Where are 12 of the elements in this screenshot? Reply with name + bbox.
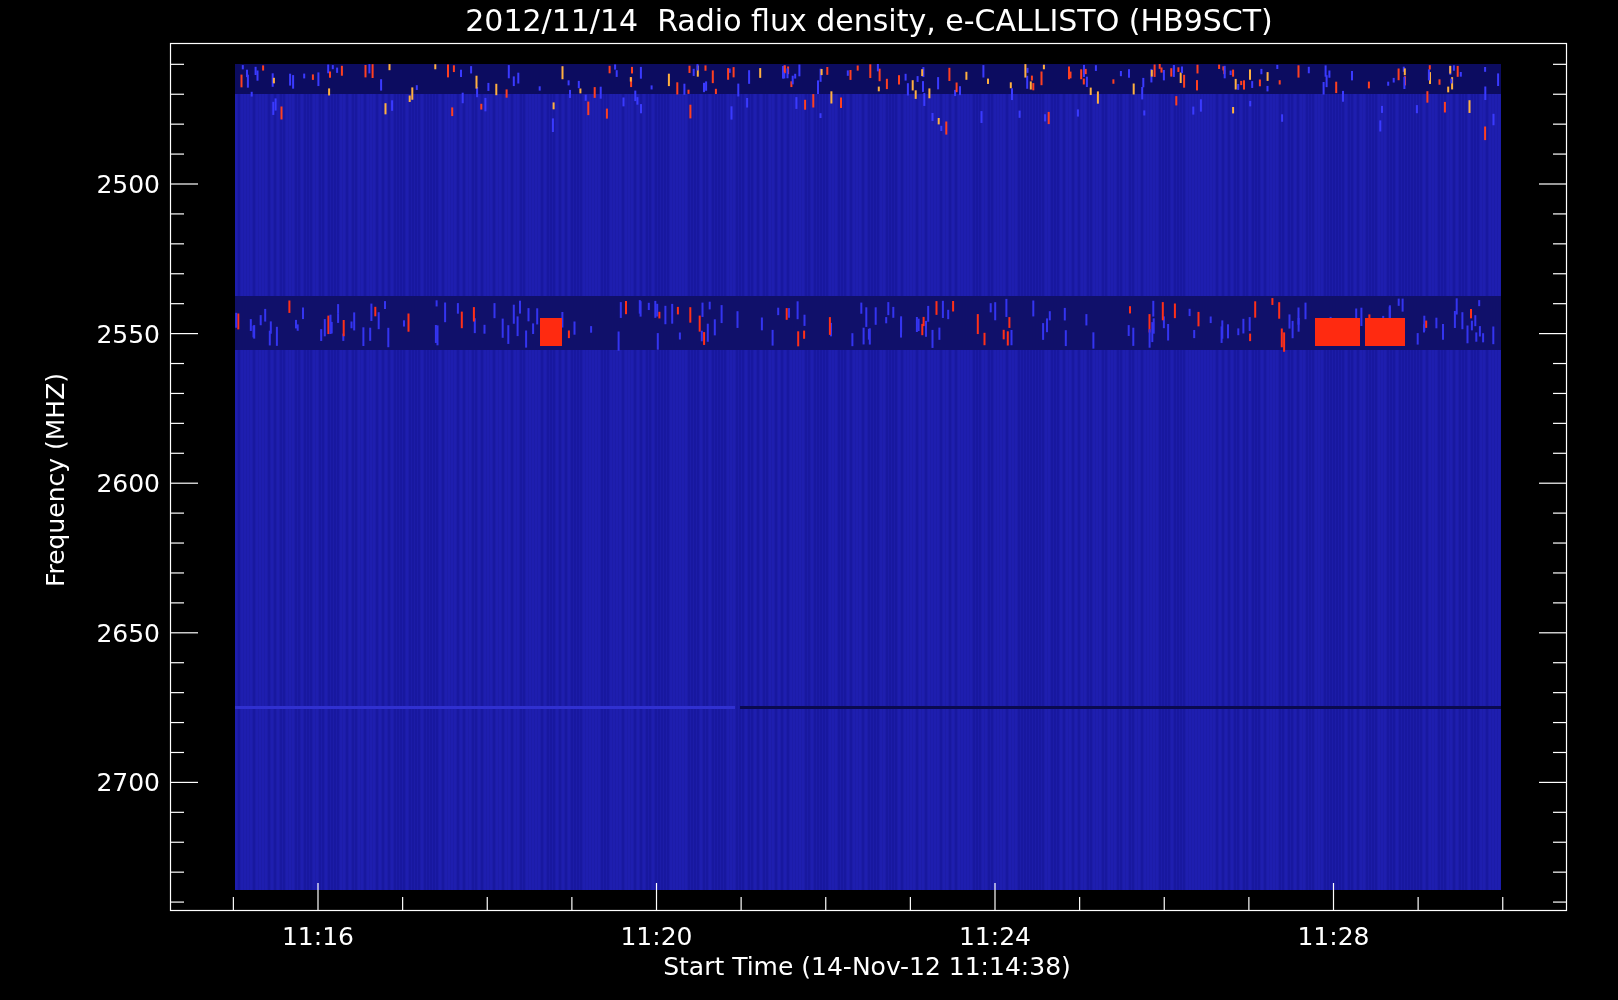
- axis-title: Start Time (14-Nov-12 11:14:38): [663, 952, 1071, 981]
- chart-title: 2012/11/14 Radio flux density, e-CALLISTO (HB9SCT): [465, 3, 1273, 38]
- tick-label: 2550: [96, 319, 160, 349]
- tick-label: 2600: [96, 469, 160, 499]
- tick-label: 11:16: [282, 922, 354, 951]
- tick-label: 2700: [96, 768, 160, 798]
- axis-title: Frequency (MHZ): [41, 372, 70, 588]
- tick-label: 2500: [96, 170, 160, 199]
- tick-label: 11:20: [620, 922, 693, 951]
- tick-label: 11:24: [959, 922, 1031, 951]
- tick-label: 11:28: [1297, 922, 1370, 951]
- tick-label: 2650: [96, 618, 160, 648]
